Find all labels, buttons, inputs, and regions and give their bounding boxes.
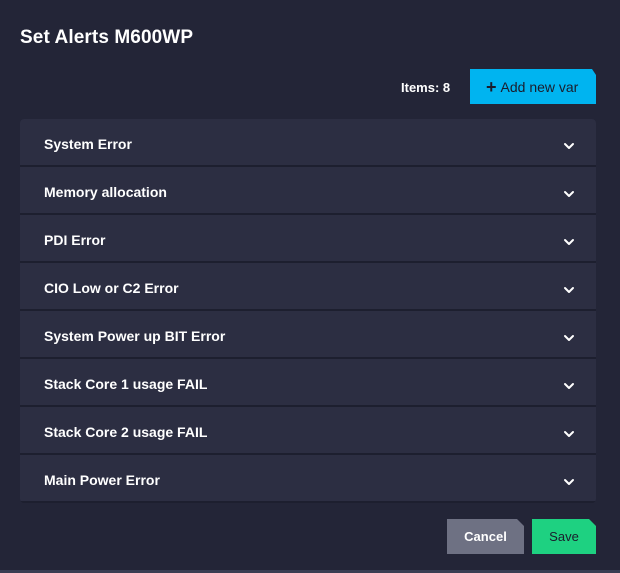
alert-row-system-error[interactable]: System Error [20, 119, 596, 165]
chevron-down-icon[interactable] [562, 139, 576, 153]
chevron-down-icon[interactable] [562, 427, 576, 441]
alert-label: Stack Core 2 usage FAIL [44, 424, 208, 440]
save-button[interactable]: Save [532, 519, 596, 554]
chevron-down-icon[interactable] [562, 379, 576, 393]
alert-row-stack-core-1-usage-fail[interactable]: Stack Core 1 usage FAIL [20, 359, 596, 405]
add-new-var-button[interactable]: + Add new var [470, 69, 596, 104]
items-count: Items: 8 [401, 80, 451, 95]
alert-label: Stack Core 1 usage FAIL [44, 376, 208, 392]
chevron-down-icon[interactable] [562, 187, 576, 201]
alert-row-pdi-error[interactable]: PDI Error [20, 215, 596, 261]
alert-row-stack-core-2-usage-fail[interactable]: Stack Core 2 usage FAIL [20, 407, 596, 453]
alert-row-memory-allocation[interactable]: Memory allocation [20, 167, 596, 213]
plus-icon: + [486, 76, 497, 97]
alert-label: Memory allocation [44, 184, 167, 200]
add-new-var-label: Add new var [500, 78, 579, 95]
chevron-down-icon[interactable] [562, 283, 576, 297]
alert-label: System Error [44, 136, 132, 152]
dialog-title: Set Alerts M600WP [20, 27, 194, 48]
alert-label: PDI Error [44, 232, 106, 248]
alerts-list: System Error Memory allocation PDI Error… [20, 119, 596, 503]
chevron-down-icon[interactable] [562, 475, 576, 489]
alert-label: Main Power Error [44, 472, 160, 488]
alert-label: CIO Low or C2 Error [44, 280, 179, 296]
alert-label: System Power up BIT Error [44, 328, 226, 344]
set-alerts-dialog: Set Alerts M600WP Items: 8 + Add new var… [0, 0, 620, 573]
alert-row-main-power-error[interactable]: Main Power Error [20, 455, 596, 501]
cancel-button[interactable]: Cancel [447, 519, 524, 554]
chevron-down-icon[interactable] [562, 331, 576, 345]
alert-row-system-power-up-bit-error[interactable]: System Power up BIT Error [20, 311, 596, 357]
chevron-down-icon[interactable] [562, 235, 576, 249]
alert-row-cio-low-or-c2-error[interactable]: CIO Low or C2 Error [20, 263, 596, 309]
